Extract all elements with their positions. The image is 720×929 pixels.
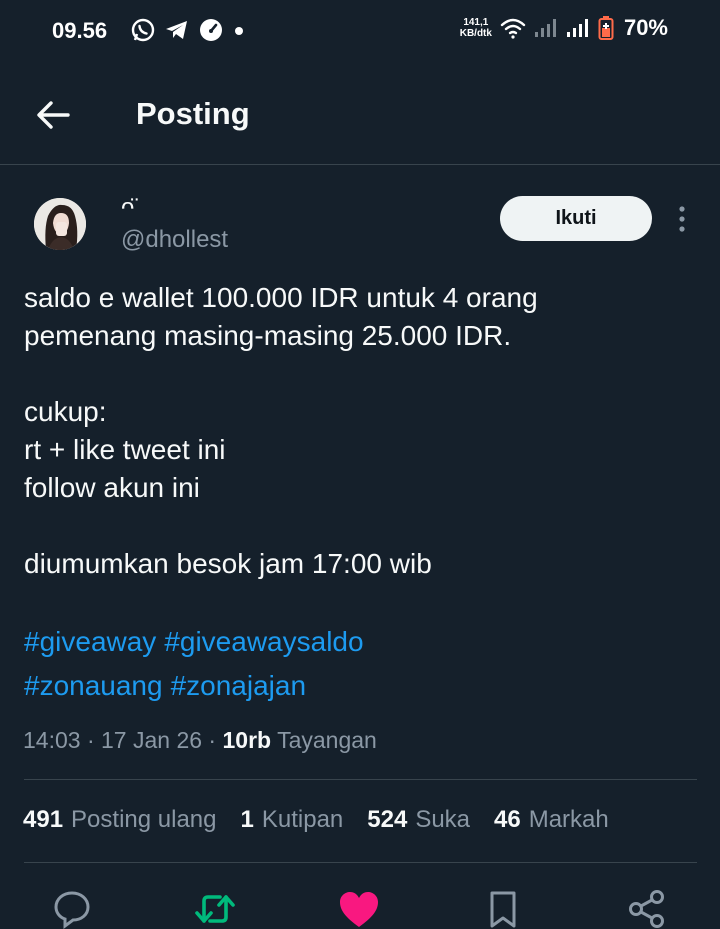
likes-label: Suka bbox=[415, 806, 471, 833]
hashtag-link[interactable]: #giveaway bbox=[24, 626, 156, 657]
bookmarks-stat[interactable]: 46 Markah bbox=[494, 806, 609, 834]
repost-button[interactable] bbox=[193, 889, 237, 929]
avatar[interactable] bbox=[34, 198, 86, 250]
network-speed-unit: KB/dtk bbox=[459, 28, 492, 39]
likes-stat[interactable]: 524 Suka bbox=[367, 806, 470, 834]
share-icon bbox=[629, 890, 664, 928]
reply-button[interactable] bbox=[50, 889, 94, 929]
display-name[interactable]: ᴖ̈ bbox=[121, 194, 134, 222]
post-date[interactable]: 17 Jan 26 bbox=[101, 727, 202, 753]
likes-count: 524 bbox=[367, 806, 408, 833]
divider bbox=[24, 862, 697, 863]
bookmark-icon bbox=[490, 891, 516, 928]
tweet-line: follow akun ini bbox=[24, 472, 200, 503]
status-time: 09.56 bbox=[52, 18, 108, 43]
back-button[interactable] bbox=[30, 92, 76, 138]
like-button[interactable] bbox=[337, 889, 381, 929]
reposts-stat[interactable]: 491 Posting ulang bbox=[23, 806, 217, 834]
hashtag-link[interactable]: #giveawaysaldo bbox=[164, 626, 363, 657]
top-app-bar: Posting bbox=[0, 64, 720, 165]
telegram-icon bbox=[166, 21, 187, 39]
tweet-line: diumumkan besok jam 17:00 wib bbox=[24, 548, 432, 579]
hashtag-link[interactable]: #zonauang bbox=[24, 670, 163, 701]
username-handle[interactable]: @dhollest bbox=[121, 226, 228, 254]
tweet-line bbox=[24, 507, 694, 545]
tweet-meta: 14:03 · 17 Jan 26 · 10rb Tayangan bbox=[23, 727, 377, 753]
views-label: Tayangan bbox=[277, 727, 377, 753]
quotes-label: Kutipan bbox=[261, 806, 344, 833]
battery-percentage: 70% bbox=[623, 15, 668, 40]
tweet-line: cukup: bbox=[24, 396, 107, 427]
divider bbox=[24, 779, 697, 780]
post-time[interactable]: 14:03 bbox=[23, 727, 81, 753]
tweet-line bbox=[24, 355, 694, 393]
network-speed: 141,1 KB/dtk bbox=[460, 17, 492, 39]
engagement-stats: 491 Posting ulang 1 Kutipan 524 Suka 46 Mark… bbox=[23, 806, 609, 834]
avatar-image bbox=[34, 198, 86, 250]
heart-icon bbox=[340, 892, 378, 927]
hashtags: #giveaway #giveawaysaldo #zonauang #zonaja… bbox=[24, 620, 372, 708]
follow-button[interactable]: Ikuti bbox=[500, 196, 652, 241]
status-right: 141,1 KB/dtk 70% bbox=[460, 15, 668, 41]
reposts-count: 491 bbox=[23, 806, 64, 833]
battery-saver-icon bbox=[598, 16, 614, 40]
wifi-icon bbox=[500, 18, 526, 39]
status-bar: 09.56 141,1 KB/dtk 70% bbox=[0, 0, 720, 64]
notification-icons bbox=[130, 17, 246, 43]
repost-icon bbox=[195, 895, 235, 923]
reply-bubble-icon bbox=[54, 891, 90, 929]
views-count: 10rb bbox=[222, 727, 272, 753]
hashtag-link[interactable]: #zonajajan bbox=[171, 670, 306, 701]
tweet-line: pemenang masing-masing 25.000 IDR. bbox=[24, 320, 512, 351]
tweet-line: saldo e wallet 100.000 IDR untuk 4 orang bbox=[24, 282, 538, 313]
tweet-action-bar bbox=[0, 885, 720, 929]
notification-dot-icon bbox=[235, 27, 243, 35]
share-button[interactable] bbox=[625, 889, 669, 929]
tweet-line: rt + like tweet ini bbox=[24, 434, 226, 465]
author-row: ᴖ̈ @dhollest Ikuti bbox=[0, 192, 720, 262]
tweet-text: saldo e wallet 100.000 IDR untuk 4 orang… bbox=[24, 279, 694, 583]
signal-sim1-icon bbox=[534, 19, 556, 37]
page-title: Posting bbox=[136, 96, 250, 131]
quotes-count: 1 bbox=[240, 806, 254, 833]
more-vertical-icon bbox=[679, 206, 685, 232]
network-speed-value: 141,1 bbox=[463, 17, 489, 28]
quotes-stat[interactable]: 1 Kutipan bbox=[241, 806, 344, 834]
bookmarks-count: 46 bbox=[494, 806, 521, 833]
reposts-label: Posting ulang bbox=[71, 806, 217, 833]
bookmark-button[interactable] bbox=[481, 889, 525, 929]
bookmarks-label: Markah bbox=[528, 806, 609, 833]
arrow-left-icon bbox=[37, 101, 70, 129]
whatsapp-icon bbox=[131, 18, 155, 42]
signal-sim2-icon bbox=[566, 19, 588, 37]
speedometer-icon bbox=[200, 19, 222, 41]
more-options-button[interactable] bbox=[670, 204, 694, 234]
